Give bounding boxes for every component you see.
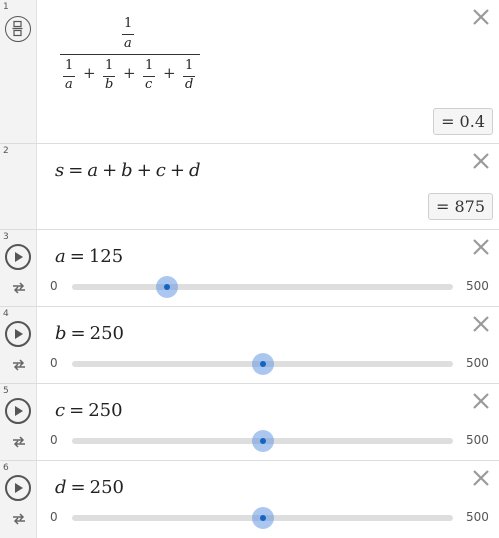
- term-b: b: [121, 160, 133, 181]
- plus-sign: +: [169, 160, 185, 181]
- slider-row-c[interactable]: 5 c = 250 0 500: [0, 384, 499, 461]
- slider-label[interactable]: a = 125: [55, 246, 123, 267]
- slider-row-d[interactable]: 6 d = 250 0 500: [0, 461, 499, 538]
- row-gutter: 3: [0, 230, 37, 306]
- fraction-expression[interactable]: 1 a 1 a + 1 b + 1 c + 1 d: [0, 0, 260, 100]
- row-gutter: 6: [0, 461, 37, 538]
- algebra-row-2[interactable]: 2 s = a + b + c + d = 875: [0, 144, 499, 230]
- slider-handle[interactable]: [251, 353, 274, 375]
- denom-term-1-var: a: [65, 77, 73, 92]
- close-icon[interactable]: [472, 315, 490, 333]
- row-number: 3: [3, 232, 9, 242]
- slider-row-a[interactable]: 3 a = 125 0 500: [0, 230, 499, 307]
- result-value: 875: [454, 197, 485, 216]
- row-number: 4: [3, 309, 9, 319]
- denom-term-2-one: 1: [105, 58, 114, 73]
- slider-value: 250: [88, 400, 123, 421]
- numerator-var: a: [124, 36, 132, 51]
- denom-term-4-one: 1: [185, 58, 194, 73]
- plus-sign: +: [83, 64, 96, 82]
- definition-expression[interactable]: s = a + b + c + d: [55, 160, 201, 181]
- slider-label[interactable]: b = 250: [55, 323, 124, 344]
- slider-value: 250: [89, 323, 124, 344]
- result-equals: =: [436, 197, 450, 216]
- result-value: 0.4: [459, 112, 485, 131]
- numerator-bar: [122, 34, 134, 35]
- close-icon[interactable]: [472, 392, 490, 410]
- denom-term-2-var: b: [105, 77, 114, 92]
- term-a: a: [87, 160, 99, 181]
- equals-sign: =: [70, 477, 86, 498]
- slider-max: 500: [466, 279, 489, 293]
- row-number: 6: [3, 463, 9, 473]
- repeat-icon[interactable]: [11, 357, 27, 371]
- plus-sign: +: [163, 64, 176, 82]
- algebra-view: 1 1 a 1 a + 1 b + 1 c + 1 d = 0.4 2 s = …: [0, 0, 499, 538]
- denom-term-1-one: 1: [65, 58, 74, 73]
- slider-variable: b: [55, 323, 67, 344]
- equals-sign: =: [68, 160, 84, 181]
- row-gutter: 2: [0, 144, 37, 229]
- slider-min: 0: [50, 356, 58, 370]
- slider-row-b[interactable]: 4 b = 250 0 500: [0, 307, 499, 384]
- slider-track[interactable]: [72, 430, 453, 452]
- plus-sign: +: [102, 160, 118, 181]
- result-badge: = 0.4: [433, 108, 493, 135]
- close-icon[interactable]: [472, 469, 490, 487]
- slider-variable: d: [55, 477, 67, 498]
- slider-min: 0: [50, 510, 58, 524]
- main-fraction-bar: [60, 54, 200, 55]
- play-icon[interactable]: [5, 475, 31, 501]
- slider-label[interactable]: c = 250: [55, 400, 123, 421]
- slider-min: 0: [50, 279, 58, 293]
- slider-handle[interactable]: [251, 430, 274, 452]
- slider-max: 500: [466, 510, 489, 524]
- row-gutter: 4: [0, 307, 37, 383]
- slider-value: 250: [89, 477, 124, 498]
- denom-term-3-var: c: [145, 77, 153, 92]
- equals-sign: =: [69, 400, 85, 421]
- close-icon[interactable]: [472, 8, 490, 26]
- play-icon[interactable]: [5, 321, 31, 347]
- equals-sign: =: [69, 246, 85, 267]
- slider-variable: a: [55, 246, 66, 267]
- denom-term-4-var: d: [185, 77, 194, 92]
- slider-max: 500: [466, 433, 489, 447]
- close-icon[interactable]: [472, 152, 490, 170]
- row-number: 5: [3, 386, 9, 396]
- slider-track[interactable]: [72, 276, 453, 298]
- slider-value: 125: [88, 246, 124, 267]
- algebra-row-1[interactable]: 1 1 a 1 a + 1 b + 1 c + 1 d = 0.4: [0, 0, 499, 144]
- close-icon[interactable]: [472, 238, 490, 256]
- slider-label[interactable]: d = 250: [55, 477, 124, 498]
- row-gutter: 5: [0, 384, 37, 460]
- numerator-one: 1: [124, 16, 133, 31]
- denom-term-3-one: 1: [145, 58, 154, 73]
- slider-variable: c: [55, 400, 66, 421]
- result-badge: = 875: [428, 193, 493, 220]
- repeat-icon[interactable]: [11, 511, 27, 525]
- term-d: d: [188, 160, 201, 181]
- repeat-icon[interactable]: [11, 280, 27, 294]
- slider-min: 0: [50, 433, 58, 447]
- slider-handle[interactable]: [251, 507, 274, 529]
- result-equals: =: [441, 112, 455, 131]
- play-icon[interactable]: [5, 244, 31, 270]
- plus-sign: +: [123, 64, 136, 82]
- row-number: 2: [3, 146, 9, 156]
- equals-sign: =: [70, 323, 86, 344]
- repeat-icon[interactable]: [11, 434, 27, 448]
- slider-max: 500: [466, 356, 489, 370]
- slider-track[interactable]: [72, 353, 453, 375]
- term-c: c: [155, 160, 166, 181]
- definition-lhs: s: [55, 160, 65, 181]
- plus-sign: +: [136, 160, 152, 181]
- slider-track[interactable]: [72, 507, 453, 529]
- play-icon[interactable]: [5, 398, 31, 424]
- slider-handle[interactable]: [156, 276, 179, 298]
